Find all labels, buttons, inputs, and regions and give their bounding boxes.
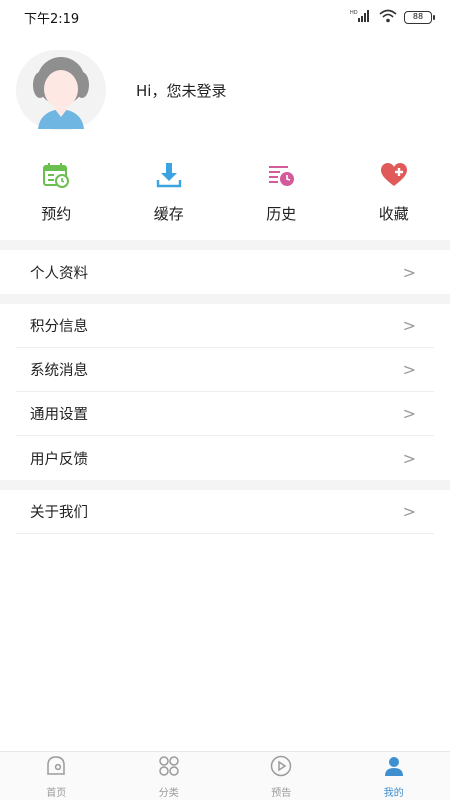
chevron-right-icon: > (402, 360, 416, 379)
menu-item-feedback[interactable]: 用户反馈 > (16, 436, 434, 480)
row-label: 积分信息 (30, 319, 88, 335)
download-icon (154, 160, 184, 194)
quick-item-reservation[interactable]: 预约 (0, 160, 113, 230)
menu-item-about[interactable]: 关于我们 > (16, 490, 434, 534)
menu-item-points[interactable]: 积分信息 > (16, 304, 434, 348)
home-icon (44, 754, 68, 782)
menu-item-settings[interactable]: 通用设置 > (16, 392, 434, 436)
profile-header[interactable]: Hi，您未登录 (16, 50, 436, 130)
row-label: 关于我们 (30, 505, 88, 521)
chevron-right-icon: > (402, 262, 416, 282)
nav-label: 分类 (158, 787, 179, 799)
default-avatar-icon (33, 57, 89, 129)
user-icon (382, 754, 406, 782)
row-label: 通用设置 (30, 407, 88, 423)
quick-label: 缓存 (153, 205, 184, 223)
menu-item-profile-info[interactable]: 个人资料 > (16, 250, 434, 294)
quick-item-history[interactable]: 历史 (225, 160, 338, 230)
play-icon (269, 754, 293, 782)
quick-label: 历史 (266, 205, 297, 223)
menu-item-messages[interactable]: 系统消息 > (16, 348, 434, 392)
nav-item-preview[interactable]: 预告 (225, 752, 338, 800)
quick-item-favorites[interactable]: 收藏 (338, 160, 450, 230)
nav-label: 我的 (383, 787, 404, 799)
category-icon (157, 754, 181, 782)
status-time: 下午2:19 (24, 11, 80, 27)
avatar[interactable] (16, 50, 106, 130)
row-label: 个人资料 (30, 265, 88, 282)
nav-item-category[interactable]: 分类 (113, 752, 226, 800)
quick-label: 收藏 (378, 205, 409, 223)
chevron-right-icon: > (402, 316, 416, 335)
bottom-nav: 首页 分类 预告 我的 (0, 751, 450, 800)
signal-icon: HD (350, 8, 372, 27)
chevron-right-icon: > (402, 404, 416, 423)
nav-item-home[interactable]: 首页 (0, 752, 113, 800)
battery-icon: 88 (404, 10, 435, 24)
calendar-clock-icon (41, 160, 71, 194)
chevron-right-icon: > (402, 448, 416, 468)
heart-plus-icon (379, 160, 409, 194)
quick-item-cache[interactable]: 缓存 (113, 160, 226, 230)
status-bar: 下午2:19 HD 88 (0, 0, 450, 34)
row-label: 系统消息 (30, 363, 88, 379)
row-label: 用户反馈 (30, 451, 88, 468)
login-prompt[interactable]: Hi，您未登录 (136, 80, 226, 101)
nav-item-mine[interactable]: 我的 (338, 752, 450, 800)
network-label: HD (350, 10, 358, 16)
quick-actions: 预约 缓存 历史 收藏 (0, 160, 450, 230)
nav-label: 预告 (271, 787, 292, 799)
quick-label: 预约 (41, 205, 72, 223)
section-divider (0, 480, 450, 490)
history-list-icon (266, 160, 296, 194)
wifi-icon (379, 8, 397, 27)
status-icons: HD 88 (350, 8, 435, 27)
section-divider (0, 294, 450, 304)
nav-label: 首页 (46, 787, 67, 799)
chevron-right-icon: > (402, 502, 416, 521)
section-divider (0, 240, 450, 250)
